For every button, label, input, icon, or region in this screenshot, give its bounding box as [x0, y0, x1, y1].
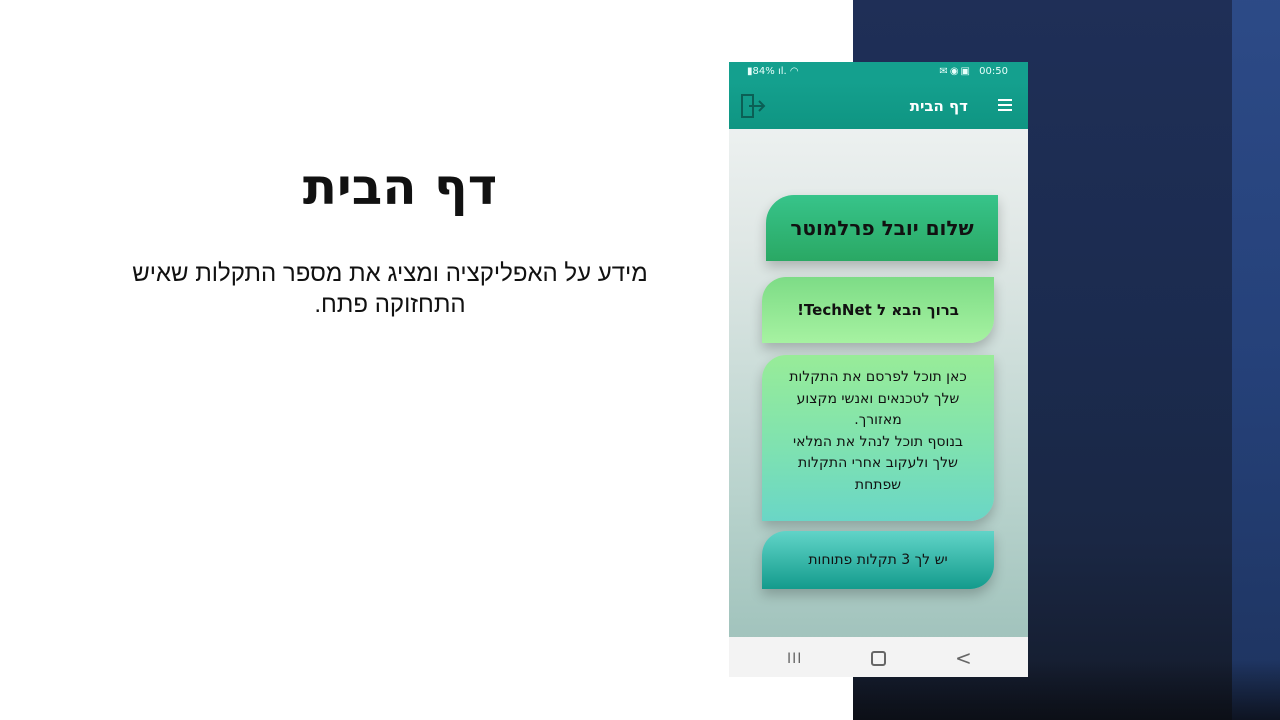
greeting-text: שלום יובל פרלמוטר	[790, 216, 974, 240]
android-navigation-bar: III <	[729, 637, 1028, 677]
signal-icon: ıl.	[777, 66, 787, 77]
recent-apps-icon[interactable]: III	[787, 651, 802, 667]
battery-level: 84%	[752, 66, 775, 77]
home-icon[interactable]	[871, 651, 886, 666]
notification-icons: ✉◉▣	[939, 66, 972, 77]
app-toolbar: דף הבית	[729, 82, 1028, 129]
back-icon[interactable]: <	[955, 646, 972, 670]
info-line: שלך ולעקוב אחרי התקלות	[798, 455, 958, 471]
greeting-card: שלום יובל פרלמוטר	[766, 195, 998, 261]
hamburger-menu-icon[interactable]	[998, 99, 1012, 111]
open-issues-text: יש לך 3 תקלות פתוחות	[808, 552, 948, 568]
info-card: כאן תוכל לפרסם את התקלות שלך לטכנאים ואנ…	[762, 355, 994, 521]
info-line: בנוסף תוכל לנהל את המלאי	[792, 433, 964, 450]
clock: 00:50	[979, 66, 1008, 77]
logout-icon[interactable]	[739, 92, 767, 120]
wifi-icon: ◠	[789, 66, 799, 77]
gallery-icon: ▣	[960, 66, 972, 77]
slide-content-area: דף הבית מידע על האפליקציה ומציג את מספר …	[0, 0, 853, 720]
info-line: שלך לטכנאים ואנשי מקצוע	[796, 390, 960, 407]
slide-description: מידע על האפליקציה ומציג את מספר התקלות ש…	[132, 260, 648, 318]
status-bar: ▮84% ıl. ◠ ✉◉▣ 00:50	[729, 62, 1028, 82]
info-line: כאן תוכל לפרסם את התקלות	[789, 369, 967, 385]
welcome-text: ברוך הבא ל TechNet!	[797, 301, 959, 319]
mail-icon: ✉	[939, 66, 950, 77]
welcome-card: ברוך הבא ל TechNet!	[762, 277, 994, 343]
toolbar-title: דף הבית	[909, 97, 968, 115]
phone-screenshot: ▮84% ıl. ◠ ✉◉▣ 00:50 דף הבית שלום יובל פ…	[729, 62, 1028, 677]
open-issues-card[interactable]: יש לך 3 תקלות פתוחות	[762, 531, 994, 589]
battery-indicator: ▮84% ıl. ◠	[747, 66, 799, 77]
info-line: מאזורך.	[854, 412, 902, 428]
info-line: שפתחת	[854, 476, 902, 493]
slide-title: דף הבית	[302, 158, 498, 216]
side-panel-glow	[1232, 0, 1280, 720]
whatsapp-icon: ◉	[949, 66, 961, 77]
